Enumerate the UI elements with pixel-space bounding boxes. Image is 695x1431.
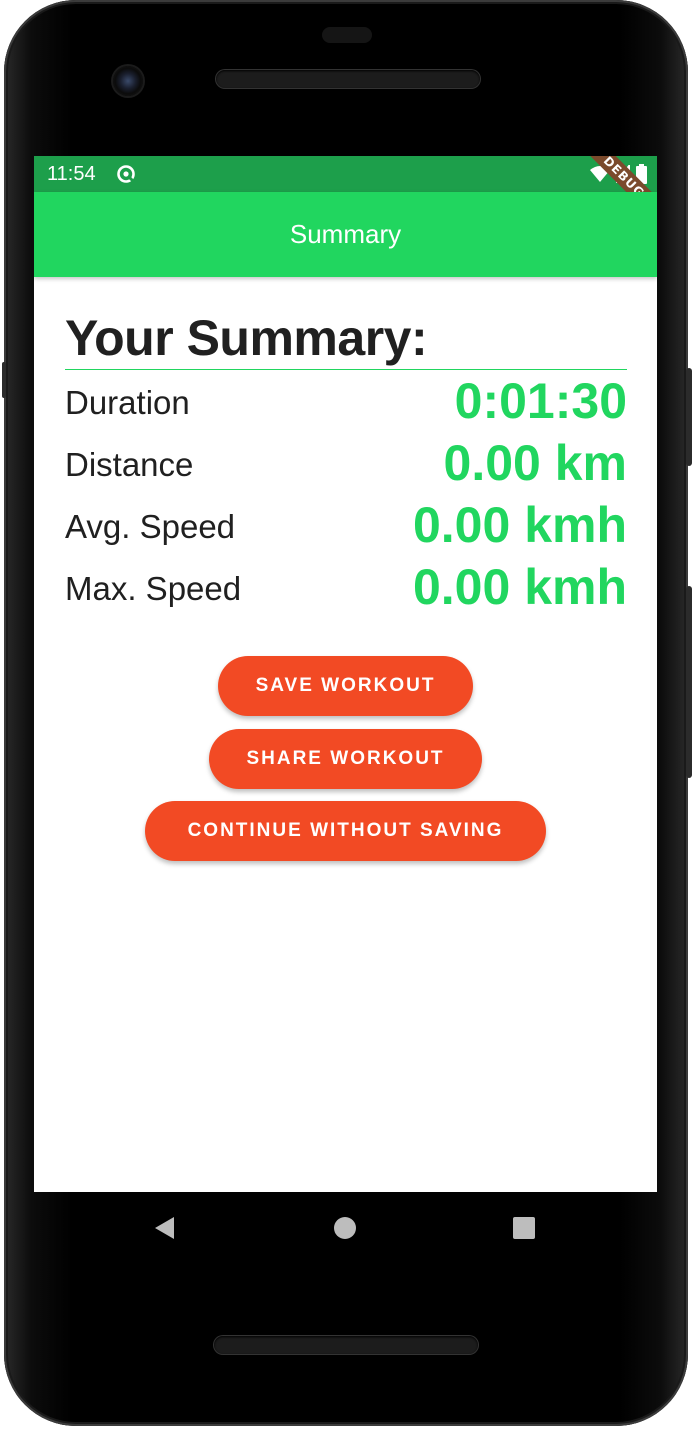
- earpiece-speaker: [216, 70, 480, 88]
- stat-value: 0.00 kmh: [412, 497, 627, 553]
- continue-without-saving-button[interactable]: CONTINUE WITHOUT SAVING: [145, 801, 546, 861]
- system-nav-bar: [34, 1192, 657, 1262]
- share-workout-button[interactable]: SHARE WORKOUT: [209, 729, 482, 789]
- stat-value: 0.00 kmh: [412, 559, 627, 615]
- power-button: [686, 368, 692, 466]
- status-bar: 11:54: [34, 156, 657, 192]
- sync-icon: [117, 165, 136, 184]
- status-time: 11:54: [47, 163, 96, 185]
- stat-value: 0.00 km: [443, 435, 627, 491]
- front-camera-icon: [113, 66, 143, 96]
- stat-label: Max. Speed: [65, 570, 242, 607]
- save-workout-button[interactable]: SAVE WORKOUT: [218, 656, 473, 716]
- app-screen: 11:54 DEBUG Summary Your Summary: Durati…: [34, 156, 657, 1192]
- app-bar-title: Summary: [289, 219, 402, 249]
- top-sensor-slot: [322, 27, 372, 43]
- stat-row-duration: Duration 0:01:30: [65, 370, 627, 432]
- back-triangle-icon[interactable]: [152, 1216, 176, 1240]
- stat-row-max-speed: Max. Speed 0.00 kmh: [65, 556, 627, 618]
- stat-label: Distance: [65, 446, 194, 483]
- side-button-left: [2, 362, 6, 398]
- home-circle-icon[interactable]: [334, 1217, 356, 1239]
- bottom-speaker: [214, 1336, 478, 1354]
- stat-label: Duration: [65, 384, 190, 421]
- stat-row-distance: Distance 0.00 km: [65, 432, 627, 494]
- stat-label: Avg. Speed: [65, 508, 236, 545]
- app-bar: Summary: [34, 192, 657, 277]
- recents-square-icon[interactable]: [513, 1217, 535, 1239]
- page-title: Your Summary:: [65, 310, 428, 366]
- stat-value: 0:01:30: [454, 373, 627, 429]
- stat-row-avg-speed: Avg. Speed 0.00 kmh: [65, 494, 627, 556]
- volume-button: [686, 586, 692, 778]
